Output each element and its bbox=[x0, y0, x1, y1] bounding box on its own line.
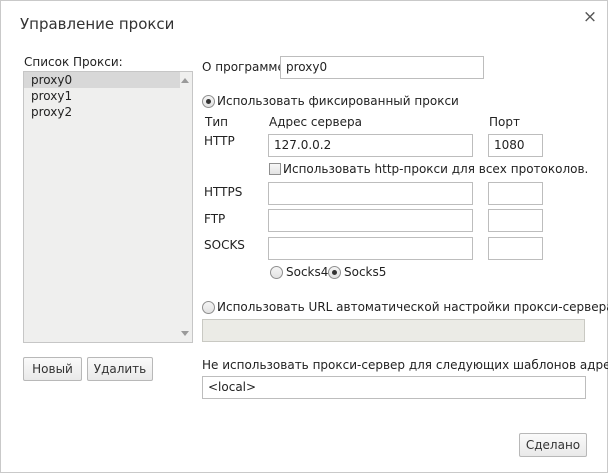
delete-proxy-button[interactable]: Удалить bbox=[87, 357, 153, 381]
socks5-label: Socks5 bbox=[344, 265, 387, 279]
new-proxy-button[interactable]: Новый bbox=[23, 357, 82, 381]
use-http-for-all-label: Использовать http-прокси для всех проток… bbox=[283, 162, 589, 176]
http-address-input[interactable]: 127.0.0.2 bbox=[268, 134, 473, 157]
proxy-manager-dialog: Управление прокси × Список Прокси: proxy… bbox=[0, 0, 608, 473]
column-port-header: Порт bbox=[489, 115, 520, 129]
fixed-proxy-radio[interactable] bbox=[202, 95, 215, 108]
auto-config-url-input[interactable] bbox=[202, 319, 585, 342]
use-http-for-all-checkbox[interactable] bbox=[269, 163, 281, 175]
done-button[interactable]: Сделано bbox=[519, 433, 587, 457]
socks-port-input[interactable] bbox=[488, 237, 543, 260]
fixed-proxy-label: Использовать фиксированный прокси bbox=[217, 94, 459, 108]
proxy-listbox[interactable]: proxy0 proxy1 proxy2 bbox=[23, 71, 193, 343]
http-label: HTTP bbox=[204, 134, 235, 148]
http-port-input[interactable]: 1080 bbox=[488, 134, 543, 157]
auto-config-label: Использовать URL автоматической настройк… bbox=[217, 300, 608, 314]
socks4-label: Socks4 bbox=[286, 265, 329, 279]
scroll-up-arrow-icon[interactable] bbox=[181, 78, 189, 83]
program-label: О программе: bbox=[202, 60, 289, 74]
column-address-header: Адрес сервера bbox=[269, 115, 362, 129]
proxy-list-item[interactable]: proxy0 bbox=[24, 72, 180, 88]
socks-label: SOCKS bbox=[204, 238, 245, 252]
socks-address-input[interactable] bbox=[268, 237, 473, 260]
program-name-input[interactable]: proxy0 bbox=[280, 56, 484, 79]
https-port-input[interactable] bbox=[488, 182, 543, 205]
ftp-address-input[interactable] bbox=[268, 209, 473, 232]
close-icon[interactable]: × bbox=[582, 9, 598, 26]
bypass-label: Не использовать прокси-сервер для следую… bbox=[202, 358, 608, 372]
ftp-label: FTP bbox=[204, 212, 226, 226]
auto-config-radio[interactable] bbox=[202, 301, 215, 314]
https-address-input[interactable] bbox=[268, 182, 473, 205]
socks5-radio[interactable] bbox=[328, 266, 341, 279]
ftp-port-input[interactable] bbox=[488, 209, 543, 232]
bypass-list-input[interactable]: <local> bbox=[202, 376, 586, 399]
dialog-title: Управление прокси bbox=[20, 15, 175, 33]
scroll-down-arrow-icon[interactable] bbox=[181, 331, 189, 336]
https-label: HTTPS bbox=[204, 185, 243, 199]
proxy-list-item[interactable]: proxy2 bbox=[24, 104, 180, 120]
proxy-list-label: Список Прокси: bbox=[24, 55, 123, 69]
proxy-list-item[interactable]: proxy1 bbox=[24, 88, 180, 104]
column-type-header: Тип bbox=[205, 115, 228, 129]
listbox-scrollbar[interactable] bbox=[179, 72, 192, 342]
socks4-radio[interactable] bbox=[270, 266, 283, 279]
